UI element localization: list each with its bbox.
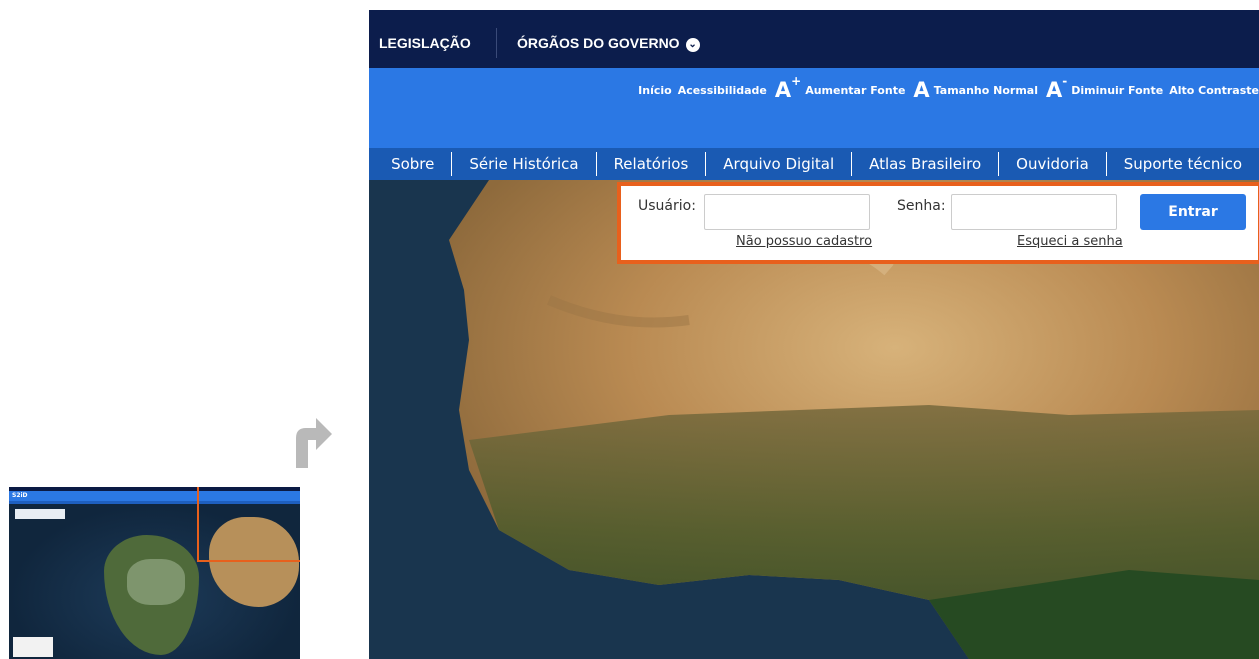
increase-font-icon[interactable]: A+	[774, 74, 801, 102]
acessibilidade-link[interactable]: Acessibilidade	[678, 84, 767, 97]
decrease-font-link[interactable]: Diminuir Fonte	[1071, 84, 1163, 97]
no-account-link[interactable]: Não possuo cadastro	[736, 234, 872, 249]
menu-item-sobre[interactable]: Sobre	[374, 152, 451, 176]
login-panel: Usuário: Não possuo cadastro Senha: Esqu…	[617, 182, 1259, 264]
normal-font-link[interactable]: Tamanho Normal	[934, 84, 1038, 97]
menu-item-suporte-tecnico[interactable]: Suporte técnico	[1105, 152, 1259, 176]
orgaos-governo-label: ÓRGÃOS DO GOVERNO	[517, 35, 680, 51]
forgot-password-link[interactable]: Esqueci a senha	[1017, 234, 1123, 249]
usuario-label: Usuário:	[638, 198, 696, 214]
normal-font-icon[interactable]: A	[913, 78, 929, 102]
thumbnail-legend	[13, 637, 53, 657]
menu-item-serie-historica[interactable]: Série Histórica	[451, 152, 595, 176]
normal-font-symbol: A	[913, 78, 930, 102]
menu-item-atlas-brasileiro[interactable]: Atlas Brasileiro	[851, 152, 998, 176]
menu-item-ouvidoria[interactable]: Ouvidoria	[998, 152, 1106, 176]
thumbnail-logo: S2iD	[12, 492, 28, 499]
zoom-arrow-icon	[296, 418, 332, 468]
zoomed-view: LEGISLAÇÃO ÓRGÃOS DO GOVERNO ⌄ Início Ace…	[369, 10, 1259, 659]
chevron-down-icon: ⌄	[685, 38, 700, 52]
orgaos-governo-link[interactable]: ÓRGÃOS DO GOVERNO ⌄	[517, 10, 700, 68]
entrar-button[interactable]: Entrar	[1140, 194, 1246, 230]
accessibility-bar: Início Acessibilidade A+ Aumentar Fonte …	[369, 68, 1259, 148]
decrease-font-sup: -	[1062, 74, 1068, 88]
menu-item-relatorios[interactable]: Relatórios	[595, 152, 706, 176]
senha-input[interactable]	[951, 194, 1117, 230]
accessibility-links: Início Acessibilidade A+ Aumentar Fonte …	[632, 74, 1259, 102]
menu-item-arquivo-digital[interactable]: Arquivo Digital	[705, 152, 851, 176]
increase-font-link[interactable]: Aumentar Fonte	[805, 84, 905, 97]
usuario-input[interactable]	[704, 194, 870, 230]
decrease-font-icon[interactable]: A-	[1045, 74, 1067, 102]
thumbnail-panel	[15, 509, 65, 519]
decrease-font-symbol: A	[1045, 78, 1063, 102]
increase-font-sup: +	[791, 74, 802, 88]
increase-font-symbol: A	[774, 78, 792, 102]
gov-bar: LEGISLAÇÃO ÓRGÃOS DO GOVERNO ⌄	[369, 10, 1259, 68]
inicio-link[interactable]: Início	[638, 84, 672, 97]
thumbnail-overview: S2iD	[9, 487, 300, 659]
senha-label: Senha:	[897, 198, 946, 214]
main-menu: Sobre Série Histórica Relatórios Arquivo…	[369, 148, 1259, 180]
legislacao-link[interactable]: LEGISLAÇÃO	[379, 10, 471, 68]
thumbnail-brazil	[127, 559, 185, 605]
high-contrast-link[interactable]: Alto Contraste	[1169, 84, 1259, 97]
gov-bar-divider	[496, 28, 497, 58]
zoom-highlight-box	[197, 487, 300, 562]
